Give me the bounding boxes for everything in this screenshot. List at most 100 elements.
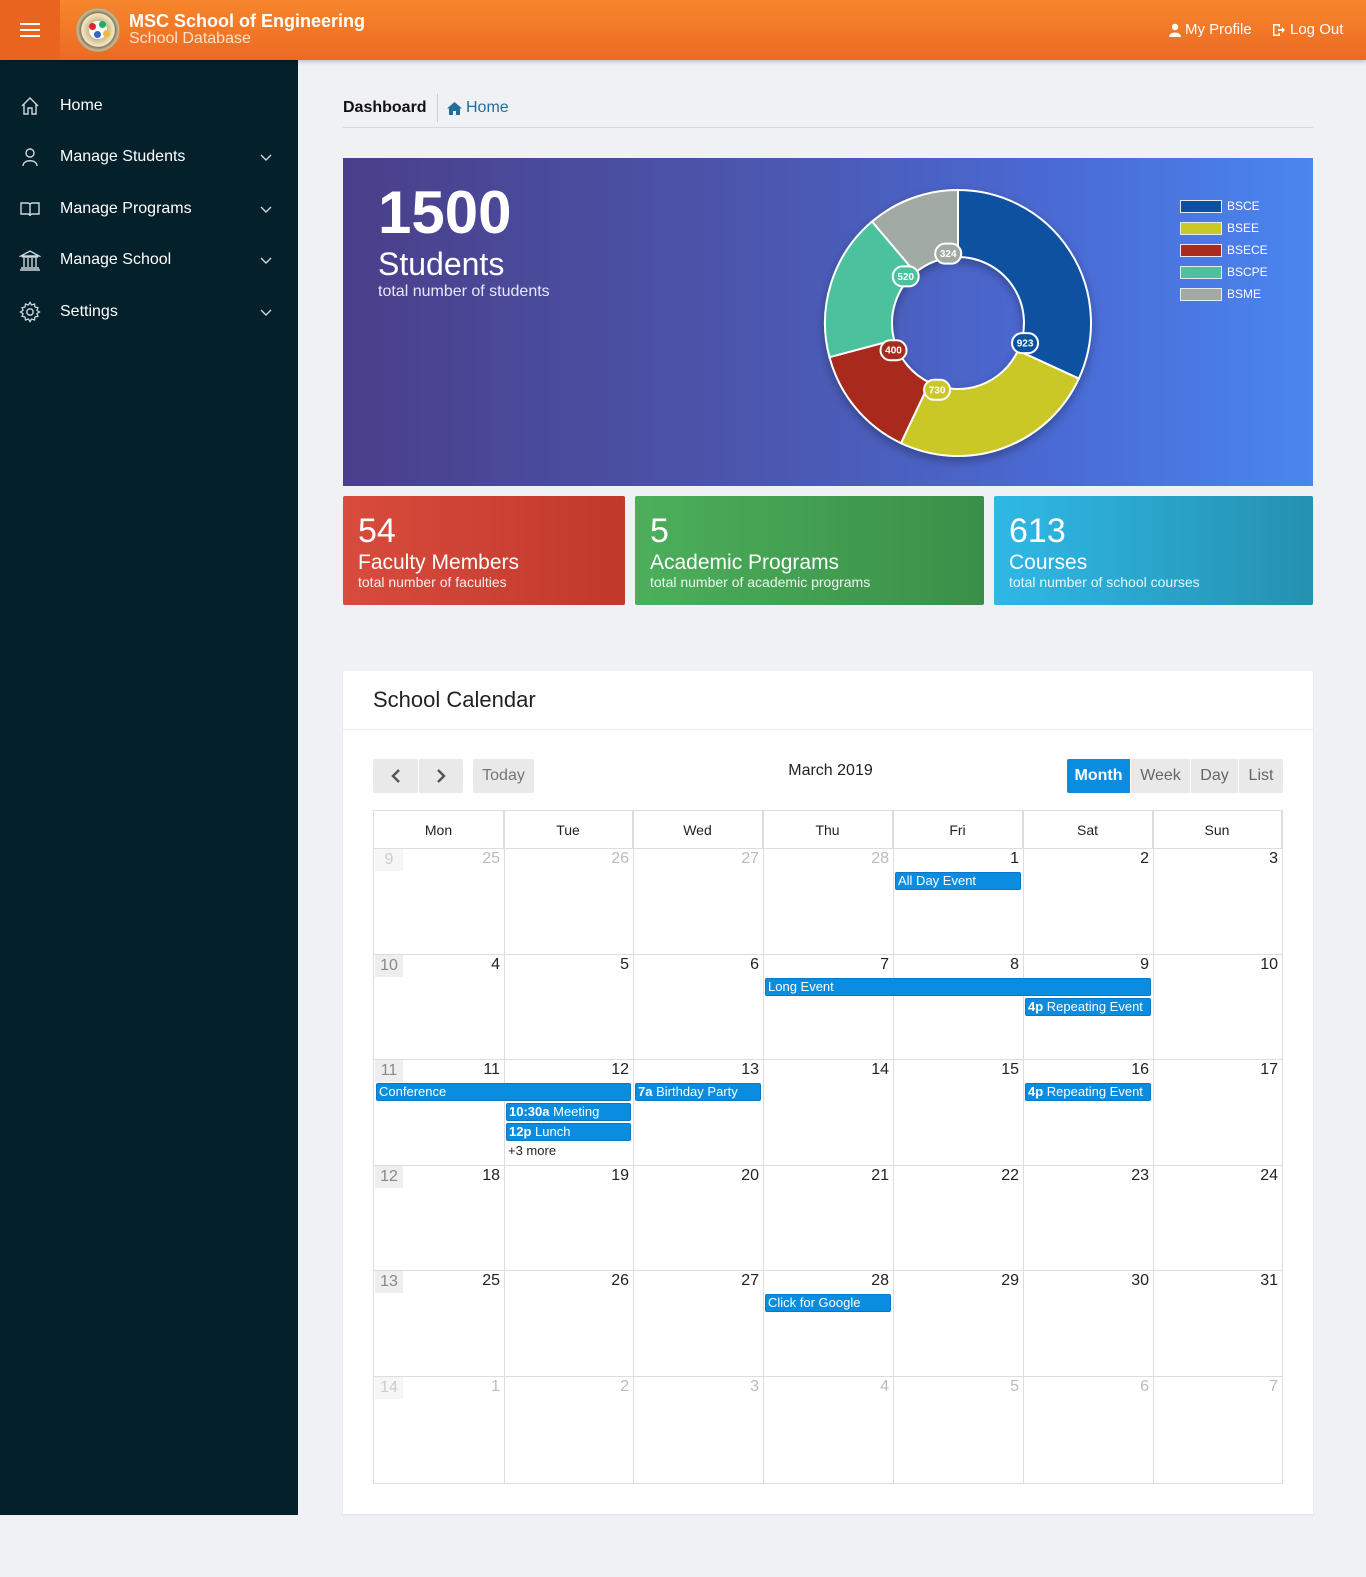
more-events-link[interactable]: +3 more bbox=[508, 1143, 556, 1158]
calendar-event[interactable]: Conference bbox=[376, 1083, 631, 1101]
event-title: Click for Google bbox=[768, 1295, 861, 1310]
day-number[interactable]: 3 bbox=[1238, 850, 1278, 868]
day-number[interactable]: 12 bbox=[589, 1061, 629, 1079]
legend-item[interactable]: BSCPE bbox=[1180, 261, 1268, 283]
sidebar-item-settings[interactable]: Settings bbox=[0, 292, 298, 332]
faculty-count: 54 bbox=[358, 512, 396, 550]
legend-item[interactable]: BSCE bbox=[1180, 195, 1268, 217]
day-number[interactable]: 26 bbox=[589, 850, 629, 868]
sidebar-item-label: Manage Programs bbox=[60, 200, 192, 217]
event-title: All Day Event bbox=[898, 873, 977, 888]
day-number[interactable]: 2 bbox=[589, 1378, 629, 1396]
chevron-down-icon bbox=[260, 257, 272, 264]
day-number[interactable]: 17 bbox=[1238, 1061, 1278, 1079]
breadcrumb-home-link[interactable]: Home bbox=[447, 99, 509, 117]
day-number[interactable]: 24 bbox=[1238, 1167, 1278, 1185]
day-number[interactable]: 5 bbox=[589, 956, 629, 974]
day-number[interactable]: 26 bbox=[589, 1272, 629, 1290]
day-number[interactable]: 8 bbox=[979, 956, 1019, 974]
day-number[interactable]: 15 bbox=[979, 1061, 1019, 1079]
legend-item[interactable]: BSECE bbox=[1180, 239, 1268, 261]
day-number[interactable]: 30 bbox=[1109, 1272, 1149, 1290]
day-number[interactable]: 28 bbox=[849, 850, 889, 868]
chevron-down-icon bbox=[260, 206, 272, 213]
logout-link[interactable]: Log Out bbox=[1272, 21, 1343, 38]
day-number[interactable]: 31 bbox=[1238, 1272, 1278, 1290]
donut-value-label: 520 bbox=[891, 265, 920, 288]
day-number[interactable]: 7 bbox=[1238, 1378, 1278, 1396]
day-number[interactable]: 25 bbox=[460, 850, 500, 868]
day-number[interactable]: 5 bbox=[979, 1378, 1019, 1396]
week-view-button[interactable]: Week bbox=[1130, 759, 1190, 793]
hamburger-menu-icon[interactable] bbox=[0, 0, 60, 60]
sidebar-item-home[interactable]: Home bbox=[0, 86, 298, 126]
day-number[interactable]: 22 bbox=[979, 1167, 1019, 1185]
donut-value-label: 923 bbox=[1011, 332, 1040, 355]
calendar-event[interactable]: Click for Google bbox=[765, 1294, 891, 1312]
legend-item[interactable]: BSEE bbox=[1180, 217, 1268, 239]
day-number[interactable]: 23 bbox=[1109, 1167, 1149, 1185]
day-number[interactable]: 7 bbox=[849, 956, 889, 974]
day-number[interactable]: 3 bbox=[719, 1378, 759, 1396]
sidebar-item-manage-students[interactable]: Manage Students bbox=[0, 137, 298, 177]
breadcrumb-home-label: Home bbox=[466, 99, 509, 116]
calendar-event[interactable]: 12p Lunch bbox=[506, 1123, 631, 1141]
students-sublabel: total number of students bbox=[378, 283, 550, 300]
donut-slice-bsee[interactable] bbox=[899, 349, 1081, 457]
svg-text:324: 324 bbox=[940, 249, 957, 260]
event-title: Repeating Event bbox=[1046, 1084, 1143, 1099]
day-number[interactable]: 25 bbox=[460, 1272, 500, 1290]
month-view-button[interactable]: Month bbox=[1067, 759, 1130, 793]
day-number[interactable]: 1 bbox=[460, 1378, 500, 1396]
calendar-event[interactable]: 4p Repeating Event bbox=[1025, 997, 1151, 1016]
day-number[interactable]: 27 bbox=[719, 1272, 759, 1290]
donut-value-label: 730 bbox=[923, 378, 952, 401]
event-title: Repeating Event bbox=[1046, 998, 1143, 1014]
day-number[interactable]: 29 bbox=[979, 1272, 1019, 1290]
day-number[interactable]: 6 bbox=[1109, 1378, 1149, 1396]
day-number[interactable]: 14 bbox=[849, 1061, 889, 1079]
calendar-event[interactable]: 7a Birthday Party bbox=[635, 1083, 761, 1101]
sidebar-item-manage-school[interactable]: Manage School bbox=[0, 240, 298, 280]
day-number[interactable]: 28 bbox=[849, 1272, 889, 1290]
my-profile-link[interactable]: My Profile bbox=[1169, 21, 1252, 38]
legend-label: BSCE bbox=[1227, 199, 1260, 213]
day-number[interactable]: 4 bbox=[460, 956, 500, 974]
day-number[interactable]: 6 bbox=[719, 956, 759, 974]
courses-stat-card: 613 Courses total number of school cours… bbox=[994, 496, 1313, 605]
day-number[interactable]: 11 bbox=[460, 1061, 500, 1079]
calendar-event[interactable]: 10:30a Meeting bbox=[506, 1103, 631, 1121]
breadcrumb: Dashboard Home bbox=[343, 88, 1313, 128]
day-number[interactable]: 9 bbox=[1109, 956, 1149, 974]
day-number[interactable]: 16 bbox=[1109, 1061, 1149, 1079]
day-number[interactable]: 21 bbox=[849, 1167, 889, 1185]
day-number[interactable]: 19 bbox=[589, 1167, 629, 1185]
user-icon bbox=[1169, 23, 1181, 37]
calendar-event[interactable]: All Day Event bbox=[895, 872, 1021, 890]
app-title: MSC School of Engineering bbox=[129, 11, 366, 31]
svg-text:400: 400 bbox=[885, 346, 902, 357]
students-summary-card: 1500 Students total number of students 9… bbox=[343, 158, 1313, 486]
svg-text:923: 923 bbox=[1017, 339, 1034, 350]
day-number[interactable]: 20 bbox=[719, 1167, 759, 1185]
sidebar-item-manage-programs[interactable]: Manage Programs bbox=[0, 189, 298, 229]
sidebar: Home Manage Students Manage Programs Man… bbox=[0, 60, 298, 1515]
calendar-event[interactable]: Long Event bbox=[765, 977, 1151, 996]
legend-swatch bbox=[1180, 287, 1222, 301]
legend-label: BSEE bbox=[1227, 221, 1260, 235]
day-number[interactable]: 18 bbox=[460, 1167, 500, 1185]
day-number[interactable]: 1 bbox=[979, 850, 1019, 868]
day-number[interactable]: 10 bbox=[1238, 956, 1278, 974]
day-number[interactable]: 27 bbox=[719, 850, 759, 868]
day-number[interactable]: 13 bbox=[719, 1061, 759, 1079]
my-profile-label: My Profile bbox=[1185, 21, 1252, 38]
day-view-button[interactable]: Day bbox=[1190, 759, 1238, 793]
day-number[interactable]: 2 bbox=[1109, 850, 1149, 868]
legend-label: BSME bbox=[1227, 287, 1262, 301]
calendar-event[interactable]: 4p Repeating Event bbox=[1025, 1083, 1151, 1101]
legend-item[interactable]: BSME bbox=[1180, 283, 1268, 305]
event-title: Long Event bbox=[768, 978, 834, 994]
courses-sublabel: total number of school courses bbox=[1009, 574, 1200, 590]
list-view-button[interactable]: List bbox=[1238, 759, 1283, 793]
day-number[interactable]: 4 bbox=[849, 1378, 889, 1396]
